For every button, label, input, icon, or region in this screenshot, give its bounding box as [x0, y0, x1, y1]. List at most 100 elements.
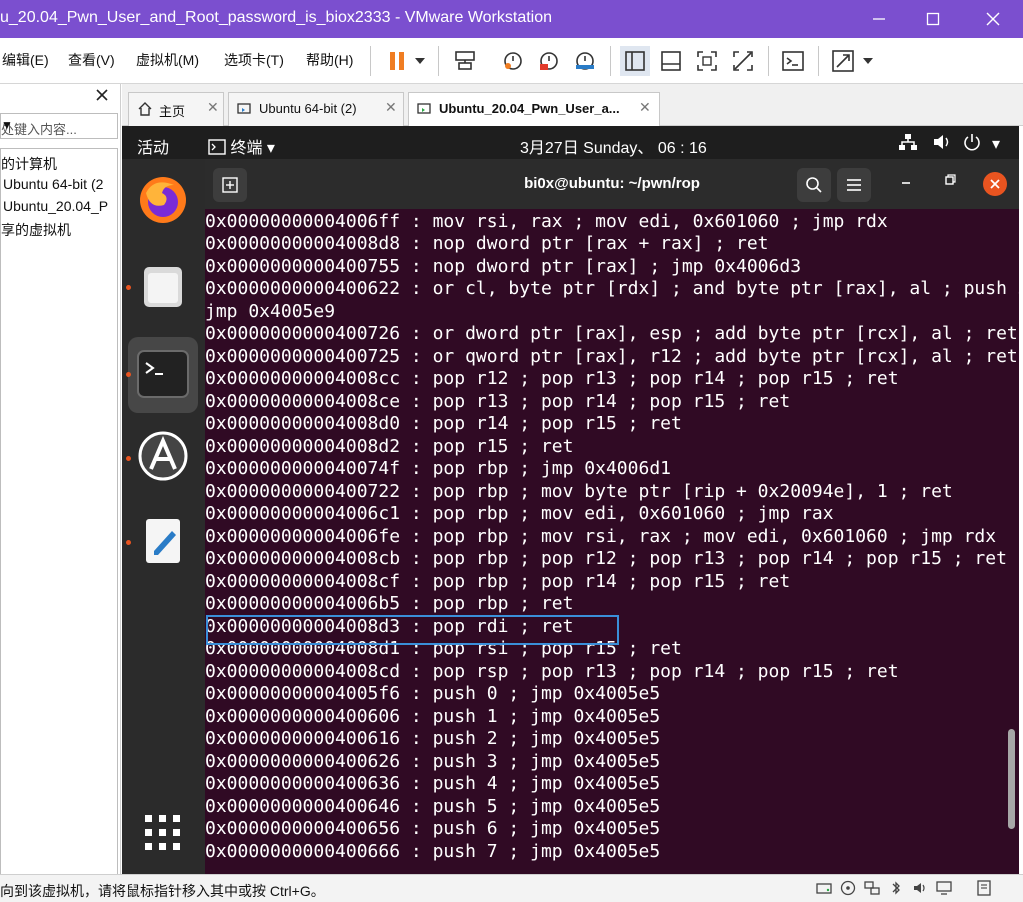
- output-line: 0x00000000004008ce : pop r13 ; pop r14 ;…: [205, 391, 791, 412]
- toolbar-divider: [818, 46, 819, 76]
- chevron-down-icon[interactable]: ▾: [992, 134, 1000, 154]
- snapshot-button[interactable]: [498, 46, 528, 76]
- minimize-icon: [873, 18, 885, 20]
- output-line: 0x00000000004008cd : pop rsp ; pop r13 ;…: [205, 661, 899, 682]
- full-screen-button[interactable]: [692, 46, 722, 76]
- app-grid-icon: [145, 815, 180, 850]
- output-line: 0x00000000004008d2 : pop r15 ; ret: [205, 436, 574, 457]
- power-icon[interactable]: [962, 133, 982, 151]
- close-tab-icon[interactable]: ✕: [385, 99, 397, 116]
- close-tab-icon[interactable]: ✕: [207, 99, 219, 116]
- toolbar-divider: [438, 46, 439, 76]
- close-window-button[interactable]: [966, 0, 1020, 38]
- gnome-top-bar: 活动 终端 ▾ 3月27日 Sunday、 06 : 16 ▾: [122, 126, 1019, 159]
- tree-item-ubuntu-2004[interactable]: Ubuntu_20.04_P: [3, 198, 108, 214]
- menu-help[interactable]: 帮助(H): [306, 50, 353, 70]
- menu-tabs[interactable]: 选项卡(T): [224, 50, 284, 70]
- message-log-icon[interactable]: [976, 880, 992, 896]
- snapshot-icon: [504, 52, 522, 70]
- terminal-icon: [137, 350, 189, 398]
- maximize-icon: [926, 12, 940, 26]
- clock[interactable]: 3月27日 Sunday、 06 : 16: [520, 134, 707, 158]
- bluetooth-icon[interactable]: [888, 880, 904, 896]
- volume-icon[interactable]: [932, 133, 952, 151]
- output-line: 0x0000000000400622 : or cl, byte ptr [rd…: [205, 278, 1019, 299]
- library-search-input[interactable]: 处键入内容... ▼: [0, 113, 118, 139]
- send-ctrl-alt-del-button[interactable]: [450, 46, 480, 76]
- close-icon: [986, 12, 1000, 26]
- sidebar-layout-icon: [625, 51, 645, 71]
- tab-ubuntu-64[interactable]: Ubuntu 64-bit (2) ✕: [228, 92, 404, 126]
- stretch-icon: [832, 50, 854, 72]
- thumbnail-bar-button[interactable]: [656, 46, 686, 76]
- stretch-dropdown[interactable]: [858, 46, 878, 76]
- terminal-launcher[interactable]: [128, 337, 198, 413]
- output-line: 0x000000000040074f : pop rbp ; jmp 0x400…: [205, 458, 671, 479]
- terminal-icon: [782, 51, 804, 71]
- tab-home[interactable]: 主页 ✕: [128, 92, 224, 126]
- console-view-button[interactable]: [778, 46, 808, 76]
- menu-view[interactable]: 查看(V): [68, 50, 115, 70]
- bottom-panel-icon: [661, 51, 681, 71]
- minimize-button[interactable]: [852, 0, 906, 38]
- terminal-window[interactable]: bi0x@ubuntu: ~/pwn/rop 0x00000000004006f…: [205, 159, 1019, 874]
- tree-item-shared-vms[interactable]: 享的虚拟机: [1, 220, 71, 240]
- cd-rom-icon[interactable]: [840, 880, 856, 896]
- software-updater-icon: [138, 431, 188, 481]
- snapshot-manager-button[interactable]: [570, 46, 600, 76]
- show-applications-button[interactable]: [136, 807, 190, 861]
- folder-icon: [144, 267, 182, 307]
- text-editor-icon: [146, 519, 180, 563]
- show-library-button[interactable]: [620, 46, 650, 76]
- pause-icon: [390, 52, 404, 70]
- running-indicator: [126, 456, 131, 461]
- output-line: 0x0000000000400606 : push 1 ; jmp 0x4005…: [205, 706, 661, 727]
- text-editor-launcher[interactable]: [136, 513, 190, 567]
- terminal-restore-button[interactable]: [939, 173, 961, 195]
- stretch-guest-button[interactable]: [828, 46, 858, 76]
- close-tab-icon[interactable]: ✕: [639, 99, 651, 116]
- vm-display[interactable]: 活动 终端 ▾ 3月27日 Sunday、 06 : 16 ▾ bi0x@ubu…: [122, 126, 1019, 874]
- tab-label: Ubuntu_20.04_Pwn_User_a...: [439, 101, 620, 116]
- power-dropdown[interactable]: [410, 46, 430, 76]
- terminal-menu-button[interactable]: [837, 168, 871, 202]
- network-adapter-icon[interactable]: [864, 880, 880, 896]
- library-panel: 处键入内容... ▼ 的计算机 Ubuntu 64-bit (2 Ubuntu_…: [0, 84, 121, 878]
- output-line: 0x0000000000400666 : push 7 ; jmp 0x4005…: [205, 841, 661, 862]
- running-indicator: [126, 372, 131, 377]
- firefox-launcher[interactable]: [136, 173, 190, 227]
- chevron-down-icon[interactable]: ▼: [1, 118, 113, 132]
- terminal-scrollbar[interactable]: [1008, 729, 1015, 829]
- hard-disk-icon[interactable]: [816, 880, 832, 896]
- maximize-button[interactable]: [906, 0, 960, 38]
- tree-item-my-computer[interactable]: 的计算机: [1, 154, 57, 174]
- hamburger-menu-icon: [847, 179, 861, 191]
- tab-ubuntu-2004[interactable]: Ubuntu_20.04_Pwn_User_a... ✕: [408, 92, 660, 127]
- display-icon[interactable]: [936, 880, 952, 896]
- terminal-close-button[interactable]: [983, 172, 1007, 196]
- unity-button[interactable]: [728, 46, 758, 76]
- menu-vm[interactable]: 虚拟机(M): [136, 50, 199, 70]
- menu-edit[interactable]: 编辑(E): [2, 50, 49, 70]
- software-updater-launcher[interactable]: [136, 429, 190, 483]
- terminal-app-menu[interactable]: 终端 ▾: [208, 134, 275, 158]
- chevron-down-icon: [863, 58, 873, 64]
- output-line: 0x0000000000400646 : push 5 ; jmp 0x4005…: [205, 796, 661, 817]
- terminal-minimize-button[interactable]: [895, 173, 917, 195]
- sound-card-icon[interactable]: [912, 880, 928, 896]
- output-line: 0x0000000000400626 : push 3 ; jmp 0x4005…: [205, 751, 661, 772]
- restore-icon: [945, 174, 956, 185]
- output-line: 0x00000000004006b5 : pop rbp ; ret: [205, 593, 574, 614]
- output-line: jmp 0x4005e9: [205, 301, 336, 322]
- app-menu-label: 终端: [230, 140, 263, 157]
- terminal-search-button[interactable]: [797, 168, 831, 202]
- close-icon: [96, 89, 108, 101]
- search-icon: [806, 177, 822, 193]
- files-launcher[interactable]: [136, 259, 190, 313]
- close-library-button[interactable]: [96, 88, 108, 106]
- tree-item-ubuntu-64[interactable]: Ubuntu 64-bit (2: [3, 176, 103, 192]
- activities-button[interactable]: 活动: [137, 134, 169, 158]
- network-icon[interactable]: [898, 133, 918, 151]
- pause-button[interactable]: [382, 46, 412, 76]
- revert-snapshot-button[interactable]: [534, 46, 564, 76]
